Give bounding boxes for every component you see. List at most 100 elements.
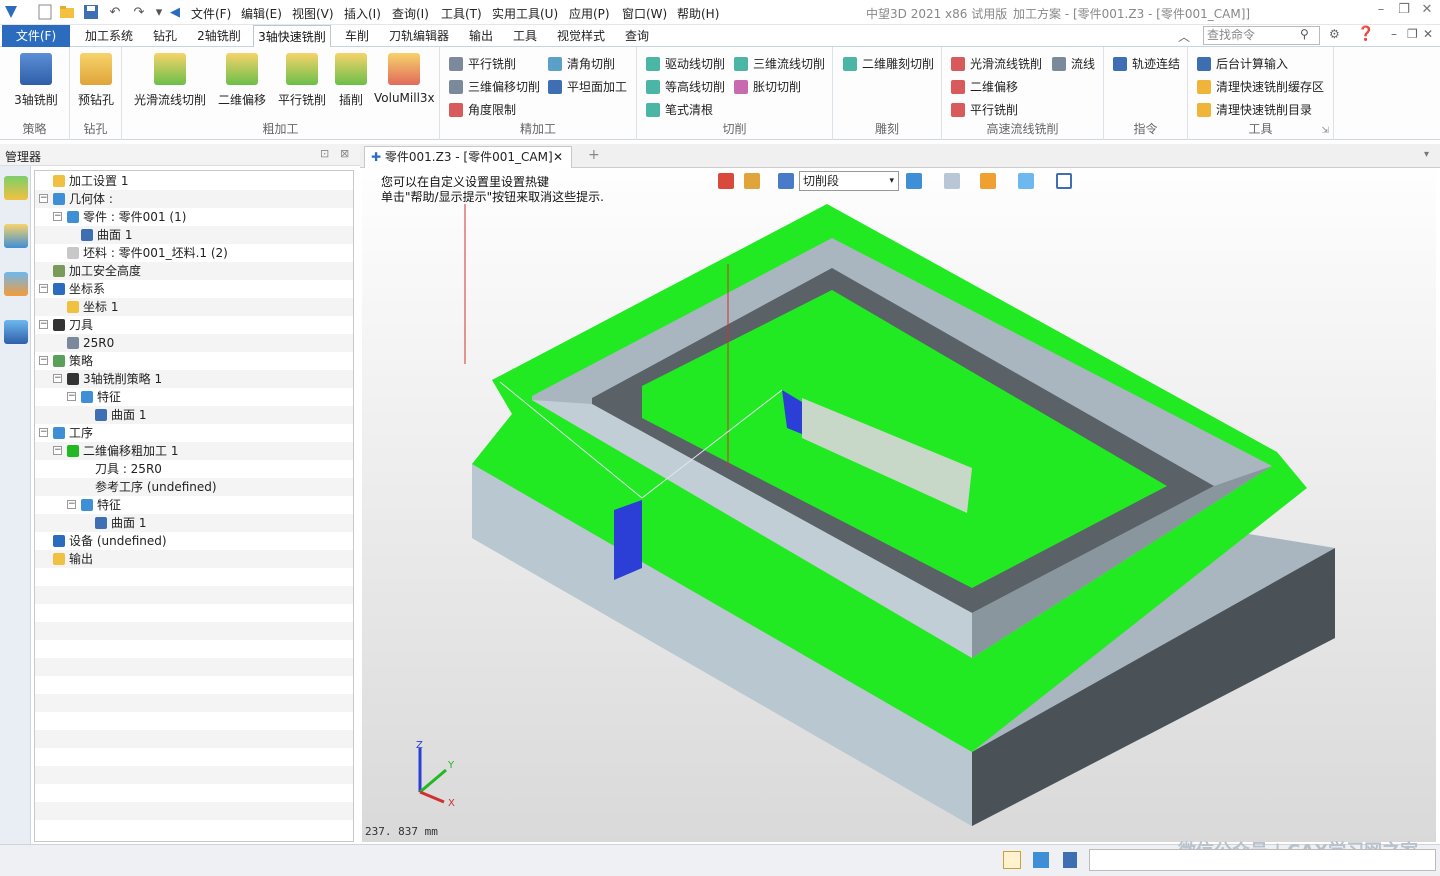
tree-item-safe-height[interactable]: 加工安全高度 bbox=[35, 262, 353, 280]
app-logo-icon[interactable] bbox=[2, 3, 20, 21]
tree-toggle-icon[interactable]: − bbox=[53, 212, 62, 221]
tab-drill[interactable]: 钻孔 bbox=[146, 25, 184, 47]
volumill-button[interactable]: VoluMill3x bbox=[374, 51, 435, 105]
render-icon[interactable] bbox=[1018, 173, 1034, 189]
3axis-milling-button[interactable]: 3轴铣削 bbox=[10, 51, 62, 108]
contour-cut-button[interactable]: 等高线切削 bbox=[646, 78, 725, 95]
tree-item-strategy[interactable]: − 策略 bbox=[35, 352, 353, 370]
plunge-button[interactable]: 插削 bbox=[334, 51, 368, 108]
status-screen-icon[interactable] bbox=[1033, 852, 1049, 868]
tab-close-icon[interactable]: ✕ bbox=[553, 147, 563, 167]
pre-drill-button[interactable]: 预钻孔 bbox=[76, 51, 116, 108]
collapse-ribbon-icon[interactable]: ︿ bbox=[1178, 28, 1190, 45]
flat-face-button[interactable]: 平坦面加工 bbox=[548, 78, 627, 95]
tab-machining-system[interactable]: 加工系统 bbox=[80, 25, 138, 47]
shaded-view-icon[interactable] bbox=[906, 173, 922, 189]
segment-select[interactable]: 切削段 ▾ bbox=[799, 171, 899, 191]
wireframe-view-icon[interactable] bbox=[944, 173, 960, 189]
link-toolpath-button[interactable]: 轨迹连结 bbox=[1113, 55, 1180, 72]
tree-item-coordinate[interactable]: 坐标 1 bbox=[35, 298, 353, 316]
frame-icon[interactable] bbox=[1056, 173, 1072, 189]
pencil-clean-button[interactable]: 笔式清根 bbox=[646, 101, 713, 118]
ribbon-minimize-icon[interactable]: – bbox=[1391, 27, 1397, 41]
menu-utilities[interactable]: 实用工具(U) bbox=[492, 5, 558, 22]
ribbon-restore-icon[interactable]: ❐ bbox=[1407, 27, 1418, 41]
search-icon[interactable]: ⚲ bbox=[1300, 27, 1309, 41]
background-calc-button[interactable]: 后台计算输入 bbox=[1197, 55, 1288, 72]
tree-item-reference-op[interactable]: 参考工序 (undefined) bbox=[35, 478, 353, 496]
menu-apps[interactable]: 应用(P) bbox=[569, 5, 610, 22]
minimize-icon[interactable]: – bbox=[1372, 2, 1390, 17]
tree-toggle-icon[interactable]: − bbox=[53, 374, 62, 383]
tab-3axis-fast[interactable]: 3轴快速铣削 bbox=[253, 25, 331, 47]
tree-item-machining-setup[interactable]: 加工设置 1 bbox=[35, 172, 353, 190]
gear-icon[interactable]: ⚙ bbox=[1329, 27, 1340, 41]
tree-item-operations[interactable]: − 工序 bbox=[35, 424, 353, 442]
tree-item-part[interactable]: − 零件 : 零件001 (1) bbox=[35, 208, 353, 226]
tree-toggle-icon[interactable]: − bbox=[39, 284, 48, 293]
tree-toggle-icon[interactable]: − bbox=[39, 320, 48, 329]
tab-2axis[interactable]: 2轴铣削 bbox=[192, 25, 246, 47]
2d-engrave-button[interactable]: 二维雕刻切削 bbox=[843, 55, 934, 72]
smooth-flow-cut-button[interactable]: 光滑流线切削 bbox=[132, 51, 208, 108]
bulge-cut-button[interactable]: 胀切切削 bbox=[734, 78, 801, 95]
tree-toggle-icon[interactable]: − bbox=[67, 500, 76, 509]
document-tab[interactable]: ✚ 零件001.Z3 - [零件001_CAM] ✕ bbox=[364, 146, 572, 168]
save-icon[interactable] bbox=[82, 3, 100, 21]
hsm-smooth-flow-button[interactable]: 光滑流线铣削 bbox=[951, 55, 1042, 72]
tree-item-tool-25r0[interactable]: 25R0 bbox=[35, 334, 353, 352]
tree-item-output[interactable]: 输出 bbox=[35, 550, 353, 568]
3d-offset-button[interactable]: 三维偏移切削 bbox=[449, 78, 540, 95]
manager-close-icon[interactable]: ⊠ bbox=[340, 147, 349, 160]
tree-item-coordinate-system[interactable]: − 坐标系 bbox=[35, 280, 353, 298]
status-list-icon[interactable] bbox=[1063, 852, 1077, 868]
tab-file[interactable]: 文件(F) bbox=[2, 25, 70, 47]
tree-item-stock[interactable]: 坯料 : 零件001_坯料.1 (2) bbox=[35, 244, 353, 262]
tree-item-2d-offset-rough[interactable]: − 二维偏移粗加工 1 bbox=[35, 442, 353, 460]
image-icon[interactable] bbox=[4, 272, 28, 296]
ribbon-close-icon[interactable]: ✕ bbox=[1423, 27, 1433, 41]
help-icon[interactable]: ❓ bbox=[1357, 26, 1374, 42]
tree-item-op-tool[interactable]: 刀具 : 25R0 bbox=[35, 460, 353, 478]
tree-item-feature-surface[interactable]: 曲面 1 bbox=[35, 406, 353, 424]
tab-output[interactable]: 输出 bbox=[463, 25, 499, 47]
cam-manager-icon[interactable] bbox=[4, 176, 28, 200]
2d-offset-button[interactable]: 二维偏移 bbox=[216, 51, 268, 108]
new-file-icon[interactable] bbox=[36, 3, 54, 21]
3d-viewport[interactable]: Z Y X bbox=[362, 168, 1436, 842]
tab-tools[interactable]: 工具 bbox=[507, 25, 543, 47]
menu-window[interactable]: 窗口(W) bbox=[622, 5, 667, 22]
tab-list-icon[interactable]: ▾ bbox=[1424, 149, 1429, 160]
command-line-input[interactable] bbox=[1089, 849, 1436, 871]
tab-turning[interactable]: 车削 bbox=[339, 25, 375, 47]
pin-icon[interactable]: ⊡ bbox=[320, 147, 329, 160]
tree-toggle-icon[interactable]: − bbox=[53, 446, 62, 455]
menu-view[interactable]: 视图(V) bbox=[292, 5, 334, 22]
cube-view-icon[interactable] bbox=[980, 173, 996, 189]
driveline-cut-button[interactable]: 驱动线切削 bbox=[646, 55, 725, 72]
clear-cache-button[interactable]: 清理快速铣削缓存区 bbox=[1197, 78, 1324, 95]
color-icon[interactable] bbox=[778, 173, 794, 189]
status-part-icon[interactable] bbox=[1003, 851, 1021, 869]
finish-parallel-button[interactable]: 平行铣削 bbox=[449, 55, 516, 72]
tree-toggle-icon[interactable]: − bbox=[39, 428, 48, 437]
menu-edit[interactable]: 编辑(E) bbox=[241, 5, 282, 22]
filter-icon[interactable] bbox=[744, 173, 760, 189]
tab-inquire[interactable]: 查询 bbox=[619, 25, 655, 47]
tree-item-feature[interactable]: − 特征 bbox=[35, 388, 353, 406]
parallel-milling-button[interactable]: 平行铣削 bbox=[276, 51, 328, 108]
tree-item-geometry[interactable]: − 几何体 : bbox=[35, 190, 353, 208]
tree-item-equipment[interactable]: 设备 (undefined) bbox=[35, 532, 353, 550]
open-file-icon[interactable] bbox=[58, 3, 76, 21]
hsm-flowline-button[interactable]: 流线 bbox=[1052, 55, 1095, 72]
tab-visual-style[interactable]: 视觉样式 bbox=[551, 25, 611, 47]
arrow-left-icon[interactable]: ◀ bbox=[166, 3, 184, 21]
undo-icon[interactable]: ↶ bbox=[106, 3, 124, 21]
tree-toggle-icon[interactable]: − bbox=[67, 392, 76, 401]
menu-help[interactable]: 帮助(H) bbox=[677, 5, 719, 22]
tree-toggle-icon[interactable]: − bbox=[39, 356, 48, 365]
restore-icon[interactable]: ❐ bbox=[1395, 2, 1413, 17]
corner-clean-button[interactable]: 清角切削 bbox=[548, 55, 615, 72]
close-icon[interactable]: ✕ bbox=[1418, 2, 1436, 17]
user-icon[interactable] bbox=[4, 320, 28, 344]
